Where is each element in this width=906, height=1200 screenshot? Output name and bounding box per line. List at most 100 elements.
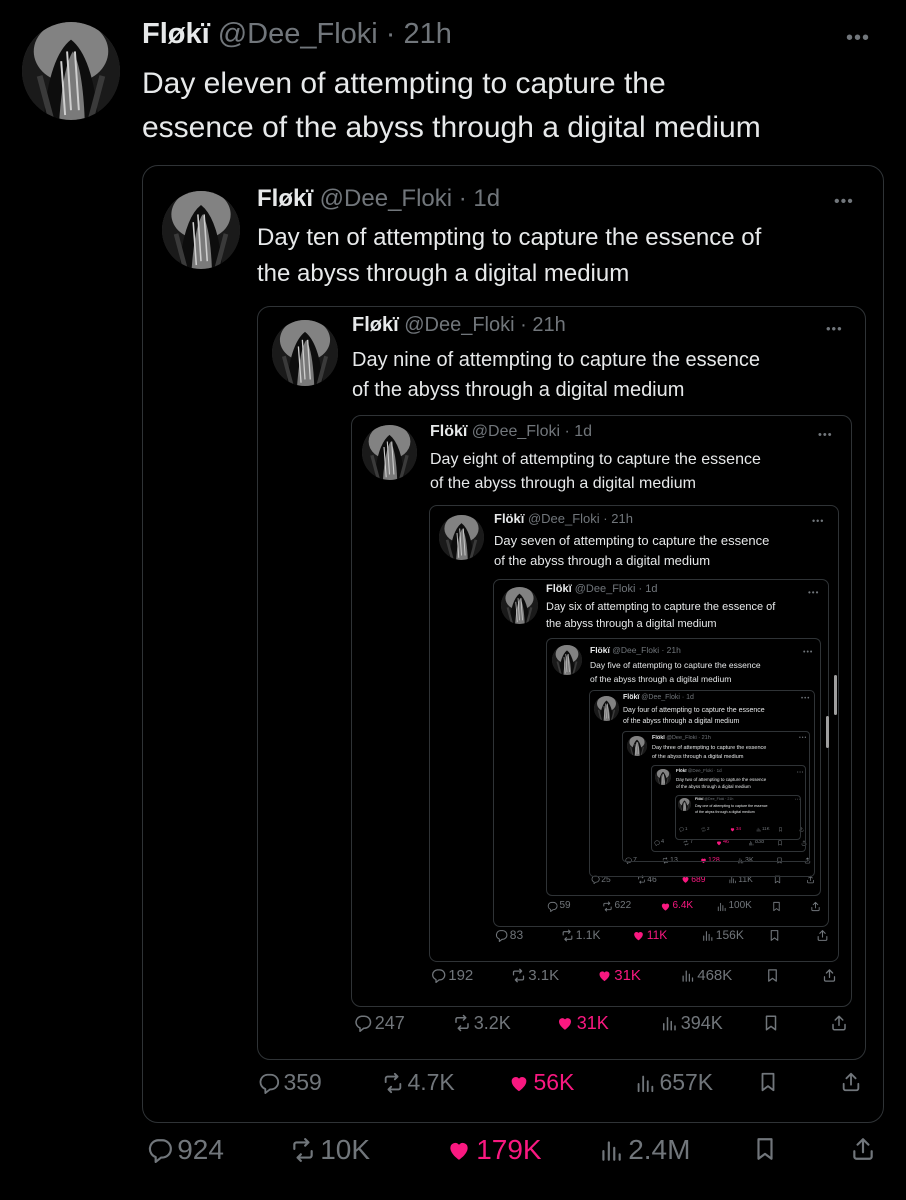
like-button[interactable]: 179K bbox=[446, 1136, 542, 1164]
views-button[interactable]: 156K bbox=[701, 929, 744, 942]
author-name[interactable]: Flökï bbox=[676, 768, 687, 773]
author-handle[interactable]: @Dee_Floki bbox=[572, 583, 636, 595]
bookmark-button[interactable] bbox=[762, 1014, 780, 1032]
avatar[interactable] bbox=[594, 696, 619, 721]
avatar[interactable] bbox=[272, 320, 338, 386]
author-handle[interactable]: @Dee_Floki bbox=[313, 185, 452, 212]
more-options-icon[interactable]: ••• bbox=[846, 28, 870, 48]
reply-button[interactable]: 359 bbox=[258, 1071, 322, 1094]
avatar[interactable] bbox=[678, 798, 691, 811]
author-name[interactable]: Flökï bbox=[430, 423, 467, 440]
bookmark-icon bbox=[761, 1072, 775, 1092]
more-options-icon[interactable]: ••• bbox=[797, 770, 804, 774]
share-button[interactable] bbox=[840, 1071, 862, 1093]
avatar[interactable] bbox=[439, 515, 484, 560]
author-handle[interactable]: @Dee_Floki bbox=[467, 423, 560, 440]
share-button[interactable] bbox=[822, 968, 837, 983]
tweet-time[interactable]: 1d bbox=[473, 185, 500, 212]
avatar[interactable] bbox=[627, 736, 647, 756]
like-button[interactable]: 31K bbox=[597, 968, 641, 983]
tweet-time[interactable]: 1d bbox=[717, 768, 722, 773]
author-name[interactable]: Flökï bbox=[652, 735, 665, 741]
bookmark-button[interactable] bbox=[771, 901, 782, 912]
more-options-icon[interactable]: ••• bbox=[826, 322, 843, 335]
author-name[interactable]: Flökï bbox=[494, 511, 524, 526]
share-button[interactable] bbox=[816, 929, 829, 942]
author-handle[interactable]: @Dee_Floki bbox=[524, 511, 600, 526]
author-handle[interactable]: @Dee_Floki bbox=[210, 18, 378, 50]
reply-button[interactable]: 247 bbox=[354, 1014, 405, 1032]
views-button[interactable]: 468K bbox=[680, 968, 732, 983]
bookmark-button[interactable] bbox=[752, 1136, 778, 1162]
tweet-time[interactable]: 21h bbox=[404, 18, 452, 50]
repost-button[interactable]: 1.1K bbox=[561, 929, 600, 942]
repost-button[interactable]: 10K bbox=[290, 1136, 370, 1164]
tweet-text-line: Day eight of attempting to capture the e… bbox=[430, 451, 761, 468]
more-options-icon[interactable]: ••• bbox=[795, 798, 801, 801]
tweet-time[interactable]: 21h bbox=[532, 314, 565, 336]
avatar[interactable] bbox=[552, 645, 582, 675]
author-name[interactable]: Flökï bbox=[623, 694, 639, 701]
tweet-time[interactable]: 21h bbox=[727, 797, 733, 801]
more-options-icon[interactable]: ••• bbox=[799, 736, 807, 741]
author-name[interactable]: Fløkï bbox=[352, 314, 399, 336]
author-name[interactable]: Flökï bbox=[590, 645, 610, 655]
more-options-icon[interactable]: ••• bbox=[803, 649, 813, 656]
avatar[interactable] bbox=[22, 22, 120, 120]
tweet-text-line: the abyss through a digital medium bbox=[546, 618, 717, 630]
views-button[interactable]: 394K bbox=[660, 1014, 723, 1032]
author-name[interactable]: Flökï bbox=[546, 583, 572, 595]
repost-button[interactable]: 3.1K bbox=[511, 968, 559, 983]
repost-button[interactable]: 4.7K bbox=[382, 1071, 455, 1094]
share-icon bbox=[823, 968, 836, 982]
share-button[interactable] bbox=[830, 1014, 848, 1032]
author-handle[interactable]: @Dee_Floki bbox=[703, 797, 724, 801]
more-options-icon[interactable]: ••• bbox=[801, 696, 810, 702]
views-button[interactable]: 657K bbox=[634, 1071, 713, 1094]
like-button[interactable]: 11K bbox=[632, 929, 667, 942]
like-button[interactable]: 56K bbox=[508, 1071, 574, 1094]
tweet-time[interactable]: 1d bbox=[574, 423, 592, 440]
avatar[interactable] bbox=[655, 769, 671, 785]
scrollbar-thumb[interactable] bbox=[826, 716, 829, 748]
reply-button[interactable]: 83 bbox=[495, 929, 523, 942]
share-button[interactable] bbox=[850, 1136, 876, 1162]
more-options-icon[interactable]: ••• bbox=[808, 589, 819, 597]
bookmark-button[interactable] bbox=[757, 1071, 779, 1093]
tweet-time[interactable]: 1d bbox=[686, 694, 694, 701]
share-button[interactable] bbox=[810, 901, 821, 912]
tweet-time[interactable]: 21h bbox=[702, 735, 711, 741]
author-handle[interactable]: @Dee_Floki bbox=[665, 735, 696, 741]
tweet-time[interactable]: 21h bbox=[611, 511, 633, 526]
author-handle[interactable]: @Dee_Floki bbox=[610, 645, 659, 655]
reply-button[interactable]: 59 bbox=[547, 901, 571, 912]
views-button[interactable]: 2.4M bbox=[598, 1136, 690, 1164]
reply-button[interactable]: 924 bbox=[147, 1136, 224, 1164]
author-handle[interactable]: @Dee_Floki bbox=[639, 694, 680, 701]
author-name[interactable]: Fløkï bbox=[142, 18, 210, 50]
bookmark-button[interactable] bbox=[765, 968, 780, 983]
author-name[interactable]: Fløkï bbox=[257, 185, 313, 212]
tweet-time[interactable]: 21h bbox=[667, 645, 681, 655]
tweet-text-line: of the abyss through a digital medium bbox=[590, 674, 732, 684]
more-options-icon[interactable]: ••• bbox=[818, 430, 833, 441]
bookmark-button[interactable] bbox=[768, 929, 781, 942]
reply-button[interactable]: 192 bbox=[431, 968, 473, 983]
author-handle[interactable]: @Dee_Floki bbox=[687, 768, 713, 773]
avatar[interactable] bbox=[501, 587, 538, 624]
author-handle[interactable]: @Dee_Floki bbox=[399, 314, 514, 336]
repost-button[interactable]: 622 bbox=[602, 901, 631, 912]
like-button[interactable]: 31K bbox=[556, 1014, 609, 1032]
avatar[interactable] bbox=[162, 191, 240, 269]
like-count: 31K bbox=[576, 1013, 609, 1033]
avatar[interactable] bbox=[362, 425, 417, 480]
more-options-icon[interactable]: ••• bbox=[834, 194, 854, 210]
share-icon bbox=[832, 1015, 846, 1031]
scrollbar-thumb[interactable] bbox=[834, 675, 837, 715]
quoted-tweet-card[interactable] bbox=[675, 795, 801, 840]
like-button[interactable]: 6.4K bbox=[660, 901, 693, 912]
more-options-icon[interactable]: ••• bbox=[812, 517, 824, 526]
repost-button[interactable]: 3.2K bbox=[453, 1014, 511, 1032]
views-button[interactable]: 100K bbox=[716, 901, 752, 912]
tweet-time[interactable]: 1d bbox=[645, 583, 657, 595]
